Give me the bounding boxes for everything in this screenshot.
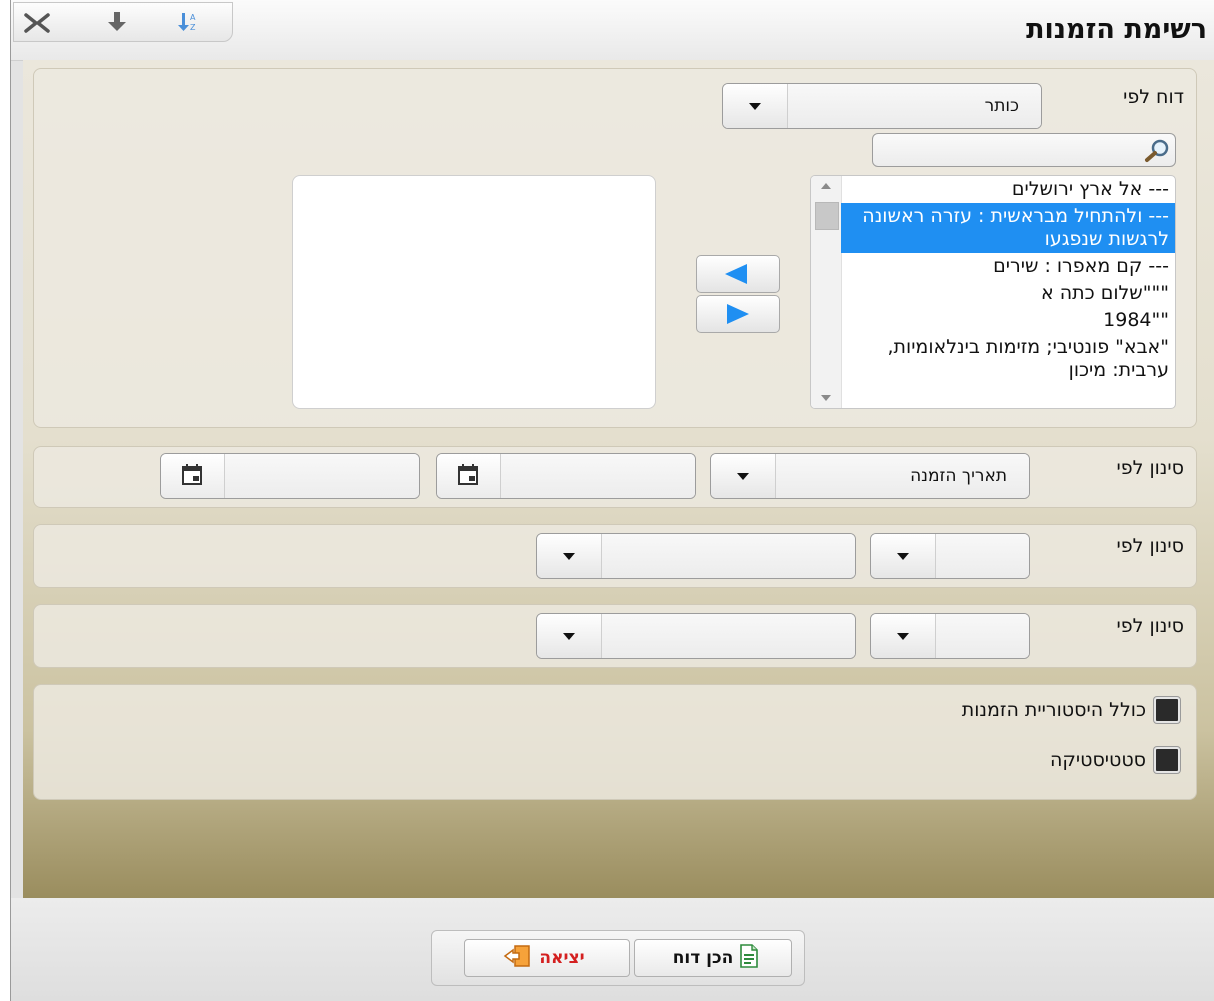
filter-3-value-dropdown[interactable] bbox=[536, 613, 856, 659]
report-by-value: כותר bbox=[984, 96, 1019, 116]
scroll-thumb[interactable] bbox=[815, 202, 839, 230]
list-item[interactable]: --- אל ארץ ירושלים bbox=[841, 176, 1175, 203]
list-item[interactable]: "אבא" פונטיבי; מזימות בינלאומיות, ערבית:… bbox=[841, 334, 1175, 384]
download-icon[interactable] bbox=[100, 9, 134, 35]
date-from-field bbox=[160, 453, 420, 499]
chevron-down-icon[interactable] bbox=[537, 614, 602, 658]
main-content: דוח לפי כותר --- אל ארץ ירושלים --- ולהת… bbox=[23, 60, 1214, 898]
exit-button[interactable]: יציאה bbox=[464, 939, 630, 977]
filter-1-section: סינון לפי תאריך הזמנה bbox=[33, 446, 1197, 508]
date-to-input[interactable] bbox=[501, 454, 695, 498]
statistics-label: סטטיסטיקה bbox=[1049, 749, 1146, 771]
include-history-checkbox[interactable]: כולל היסטוריית הזמנות bbox=[962, 695, 1180, 725]
report-by-dropdown[interactable]: כותר bbox=[722, 83, 1042, 129]
filter-1-label: סינון לפי bbox=[1116, 457, 1185, 479]
move-left-button[interactable] bbox=[696, 255, 780, 293]
selected-list[interactable] bbox=[292, 175, 656, 409]
report-by-section: דוח לפי כותר --- אל ארץ ירושלים --- ולהת… bbox=[33, 68, 1197, 428]
list-item-selected[interactable]: --- ולהתחיל מבראשית : עזרה ראשונה לרגשות… bbox=[841, 203, 1175, 253]
list-item[interactable]: --- קם מאפרו : שירים bbox=[841, 253, 1175, 280]
report-window: A Z רשימת הזמנות דוח לפי כותר --- אל ארץ… bbox=[10, 0, 1214, 1001]
filter-2-value-dropdown[interactable] bbox=[536, 533, 856, 579]
window-title: רשימת הזמנות bbox=[1026, 14, 1207, 45]
svg-text:A: A bbox=[190, 13, 196, 22]
filter-1-field-dropdown[interactable]: תאריך הזמנה bbox=[710, 453, 1030, 499]
move-right-button[interactable] bbox=[696, 295, 780, 333]
scroll-down-icon[interactable] bbox=[811, 388, 841, 408]
date-to-field bbox=[436, 453, 696, 499]
prepare-report-button[interactable]: הכן דוח bbox=[634, 939, 792, 977]
exit-icon bbox=[503, 944, 533, 973]
calendar-icon[interactable] bbox=[437, 454, 501, 498]
prepare-report-label: הכן דוח bbox=[672, 948, 734, 968]
chevron-down-icon[interactable] bbox=[871, 614, 936, 658]
arrow-left-icon bbox=[725, 264, 747, 284]
filter-2-field-dropdown[interactable] bbox=[870, 533, 1030, 579]
chevron-down-icon[interactable] bbox=[537, 534, 602, 578]
arrow-right-icon bbox=[727, 304, 749, 324]
exit-label: יציאה bbox=[539, 948, 585, 968]
filter-3-label: סינון לפי bbox=[1116, 615, 1185, 637]
source-list-items: --- אל ארץ ירושלים --- ולהתחיל מבראשית :… bbox=[841, 176, 1175, 408]
statistics-checkbox[interactable]: סטטיסטיקה bbox=[1050, 745, 1180, 775]
svg-text:Z: Z bbox=[190, 23, 196, 32]
search-box bbox=[872, 133, 1176, 167]
footer-button-group: הכן דוח יציאה bbox=[431, 930, 805, 986]
close-icon[interactable] bbox=[20, 9, 54, 35]
include-history-label: כולל היסטוריית הזמנות bbox=[961, 699, 1146, 721]
toolbar: A Z bbox=[13, 2, 233, 42]
filter-3-field-dropdown[interactable] bbox=[870, 613, 1030, 659]
options-section: כולל היסטוריית הזמנות סטטיסטיקה bbox=[33, 684, 1197, 800]
filter-2-section: סינון לפי bbox=[33, 524, 1197, 588]
footer-bar: הכן דוח יציאה bbox=[11, 898, 1214, 1001]
chevron-down-icon[interactable] bbox=[711, 454, 776, 498]
search-input[interactable] bbox=[873, 134, 1139, 166]
calendar-icon[interactable] bbox=[161, 454, 225, 498]
date-from-input[interactable] bbox=[225, 454, 419, 498]
checkbox-icon[interactable] bbox=[1154, 697, 1180, 723]
report-by-label: דוח לפי bbox=[1123, 86, 1184, 108]
list-item[interactable]: ""1984 bbox=[841, 307, 1175, 334]
filter-1-field-value: תאריך הזמנה bbox=[910, 466, 1007, 486]
list-scrollbar[interactable] bbox=[811, 176, 842, 408]
title-bar: A Z רשימת הזמנות bbox=[11, 0, 1214, 61]
document-icon bbox=[739, 943, 759, 973]
chevron-down-icon[interactable] bbox=[871, 534, 936, 578]
sort-icon[interactable]: A Z bbox=[172, 9, 206, 35]
filter-3-section: סינון לפי bbox=[33, 604, 1197, 668]
source-list[interactable]: --- אל ארץ ירושלים --- ולהתחיל מבראשית :… bbox=[810, 175, 1176, 409]
search-icon[interactable] bbox=[1143, 137, 1171, 163]
checkbox-icon[interactable] bbox=[1154, 747, 1180, 773]
scroll-up-icon[interactable] bbox=[811, 176, 841, 196]
chevron-down-icon[interactable] bbox=[723, 84, 788, 128]
filter-2-label: סינון לפי bbox=[1116, 535, 1185, 557]
list-item[interactable]: """שלום כתה א bbox=[841, 280, 1175, 307]
